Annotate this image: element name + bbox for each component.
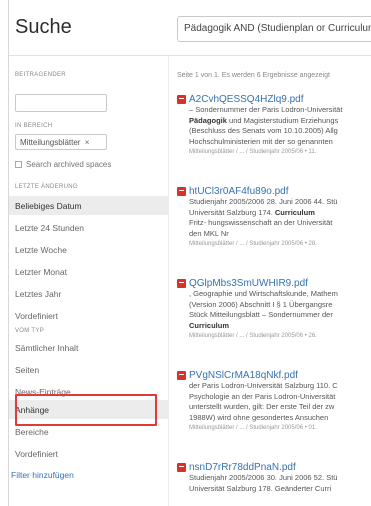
- result-title-link[interactable]: A2CvhQESSQ4HZlq9.pdf: [177, 94, 371, 105]
- result-breadcrumb: Mitteilungsblätter / ... / Studienjahr 2…: [189, 149, 317, 155]
- pdf-icon: [177, 371, 186, 380]
- filter-any-date[interactable]: Beliebiges Datum: [9, 196, 169, 215]
- result-excerpt: Stück Mitteilungsblatt – Sondernummer de…: [189, 310, 333, 319]
- pdf-icon: [177, 95, 186, 104]
- filter-sidebar: BEITRAGENDER IN BEREICH Mitteilungsblätt…: [9, 56, 169, 506]
- contributor-input[interactable]: [15, 94, 107, 112]
- space-filter-field[interactable]: Mitteilungsblätter ×: [15, 134, 107, 150]
- result-item: htUCl3r0AF4fu89o.pdf Studienjahr 2005/20…: [177, 186, 371, 249]
- filter-last-year[interactable]: Letztes Jahr: [9, 284, 169, 303]
- result-title: htUCl3r0AF4fu89o.pdf: [189, 186, 289, 197]
- result-item: A2CvhQESSQ4HZlq9.pdf – Sondernummer der …: [177, 94, 371, 157]
- filter-last-week[interactable]: Letzte Woche: [9, 240, 169, 259]
- result-excerpt: (Version 2006) Abschnitt I § 1 Übergangs…: [189, 299, 333, 309]
- result-item: PVgNSlCrMA18qNkf.pdf der Paris Lodron-Un…: [177, 370, 371, 433]
- result-excerpt: Hochschulministerien mit der so genannte…: [189, 136, 333, 146]
- result-excerpt: Psychologie an der Paris Lodron-Universi…: [189, 391, 336, 401]
- result-excerpt: unterstellt wurden, gilt: Der erste Teil…: [189, 402, 335, 411]
- result-item: QGlpMbs3SmUWHIR9.pdf , Geographie und Wi…: [177, 278, 371, 341]
- filter-all-content[interactable]: Sämtlicher Inhalt: [9, 338, 169, 357]
- result-breadcrumb: Mitteilungsblätter / ... / Studienjahr 2…: [189, 241, 317, 247]
- modified-label: LETZTE ÄNDERUNG: [15, 184, 78, 190]
- result-excerpt: Fritz- hungswissenschaft an der Universi…: [189, 218, 333, 227]
- archived-spaces-option[interactable]: Search archived spaces: [15, 160, 111, 169]
- result-excerpt: der Paris Lodron-Universität Salzburg 11…: [189, 381, 338, 390]
- filter-last-month[interactable]: Letzter Monat: [9, 262, 169, 281]
- result-excerpt: Studienjahr 2005/2006 28. Juni 2006 44. …: [189, 197, 338, 206]
- result-title-link[interactable]: htUCl3r0AF4fu89o.pdf: [177, 186, 371, 197]
- archived-checkbox[interactable]: [15, 161, 22, 168]
- page-header: Suche Pädagogik AND (Studienplan or Curr…: [9, 0, 371, 56]
- space-label: IN BEREICH: [15, 123, 53, 129]
- result-breadcrumb: Mitteilungsblätter / ... / Studienjahr 2…: [189, 425, 317, 431]
- result-excerpt: Studienjahr 2005/2006 30. Juni 2006 52. …: [189, 473, 338, 482]
- search-page: Suche Pädagogik AND (Studienplan or Curr…: [8, 0, 371, 506]
- pdf-icon: [177, 187, 186, 196]
- result-excerpt: Pädagogik und Magisterstudium Erziehungs: [189, 115, 339, 125]
- result-title-link[interactable]: PVgNSlCrMA18qNkf.pdf: [177, 370, 371, 381]
- result-excerpt: – Sondernummer der Paris Lodron-Universi…: [189, 105, 343, 114]
- page-title: Suche: [15, 16, 72, 38]
- archived-label: Search archived spaces: [26, 160, 112, 169]
- search-input[interactable]: Pädagogik AND (Studienplan or Curriculum…: [177, 16, 371, 42]
- add-filter-link[interactable]: Filter hinzufügen: [11, 470, 74, 480]
- result-excerpt: Universität Salzburg 178. Geänderter Cur…: [189, 483, 332, 493]
- results-summary: Seite 1 von 1. Es werden 6 Ergebnisse an…: [177, 72, 330, 79]
- result-title: QGlpMbs3SmUWHIR9.pdf: [189, 278, 308, 289]
- result-breadcrumb: Mitteilungsblätter / ... / Studienjahr 2…: [189, 333, 317, 339]
- result-title-link[interactable]: nsnD7rRr78ddPnaN.pdf: [177, 462, 371, 473]
- result-title: PVgNSlCrMA18qNkf.pdf: [189, 370, 298, 381]
- filter-pages[interactable]: Seiten: [9, 360, 169, 379]
- result-excerpt: (Beschluss des Senats vom 10.10.2005) Al…: [189, 126, 338, 135]
- results-list: Seite 1 von 1. Es werden 6 Ergebnisse an…: [177, 56, 371, 506]
- highlight-annotation: [15, 394, 157, 426]
- space-tag: Mitteilungsblätter: [20, 138, 81, 147]
- filter-date-custom[interactable]: Vordefiniert: [9, 306, 169, 325]
- result-item: nsnD7rRr78ddPnaN.pdf Studienjahr 2005/20…: [177, 462, 371, 494]
- filter-type-custom[interactable]: Vordefiniert: [9, 444, 169, 463]
- result-title-link[interactable]: QGlpMbs3SmUWHIR9.pdf: [177, 278, 371, 289]
- result-excerpt: 1988W) wird ohne gesondertes Ansuchen: [189, 412, 329, 422]
- result-title: nsnD7rRr78ddPnaN.pdf: [189, 462, 296, 473]
- result-excerpt: Universität Salzburg 174. Curriculum: [189, 207, 315, 217]
- pdf-icon: [177, 463, 186, 472]
- result-excerpt: , Geographie und Wirtschaftskunde, Mathe…: [189, 289, 338, 298]
- contributor-label: BEITRAGENDER: [15, 72, 66, 78]
- result-title: A2CvhQESSQ4HZlq9.pdf: [189, 94, 304, 105]
- pdf-icon: [177, 279, 186, 288]
- type-label: VOM TYP: [15, 328, 44, 334]
- remove-space-icon[interactable]: ×: [85, 138, 90, 147]
- result-excerpt: Curriculum: [189, 320, 230, 330]
- filter-last-24h[interactable]: Letzte 24 Stunden: [9, 218, 169, 237]
- result-excerpt: den MKL Nr: [189, 228, 229, 238]
